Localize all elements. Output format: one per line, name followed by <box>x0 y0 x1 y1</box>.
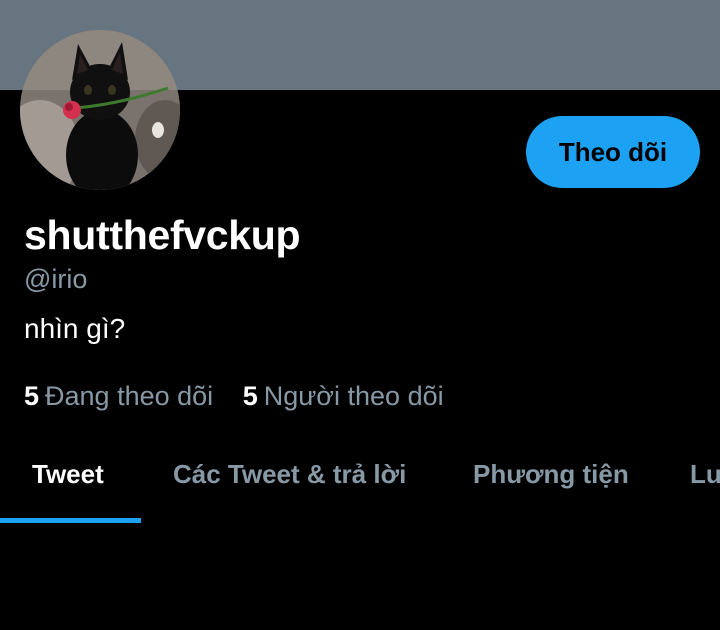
display-name: shutthefvckup <box>24 212 301 258</box>
following-label: Đang theo dõi <box>45 381 214 411</box>
followers-stat[interactable]: 5 Người theo dõi <box>243 381 444 412</box>
profile-bio: nhìn gì? <box>24 313 126 344</box>
following-count: 5 <box>24 381 40 411</box>
following-stat[interactable]: 5 Đang theo dõi <box>24 381 213 412</box>
user-handle: @irio <box>24 264 88 294</box>
followers-count: 5 <box>242 381 258 411</box>
followers-label: Người theo dõi <box>263 381 444 411</box>
tab-likes[interactable]: Lượt thích <box>690 440 720 520</box>
tab-media[interactable]: Phương tiện <box>473 440 629 520</box>
cat-avatar-image <box>20 30 180 190</box>
avatar[interactable] <box>20 30 180 190</box>
profile-stats: 5 Đang theo dõi 5 Người theo dõi <box>24 381 466 412</box>
tab-tweets[interactable]: Tweet <box>32 440 104 520</box>
tab-tweets-and-replies[interactable]: Các Tweet & trả lời <box>173 440 406 520</box>
profile-tabs: Tweet Các Tweet & trả lời Phương tiện Lư… <box>0 440 720 524</box>
follow-button[interactable]: Theo dõi <box>526 116 700 188</box>
active-tab-indicator <box>0 518 141 523</box>
